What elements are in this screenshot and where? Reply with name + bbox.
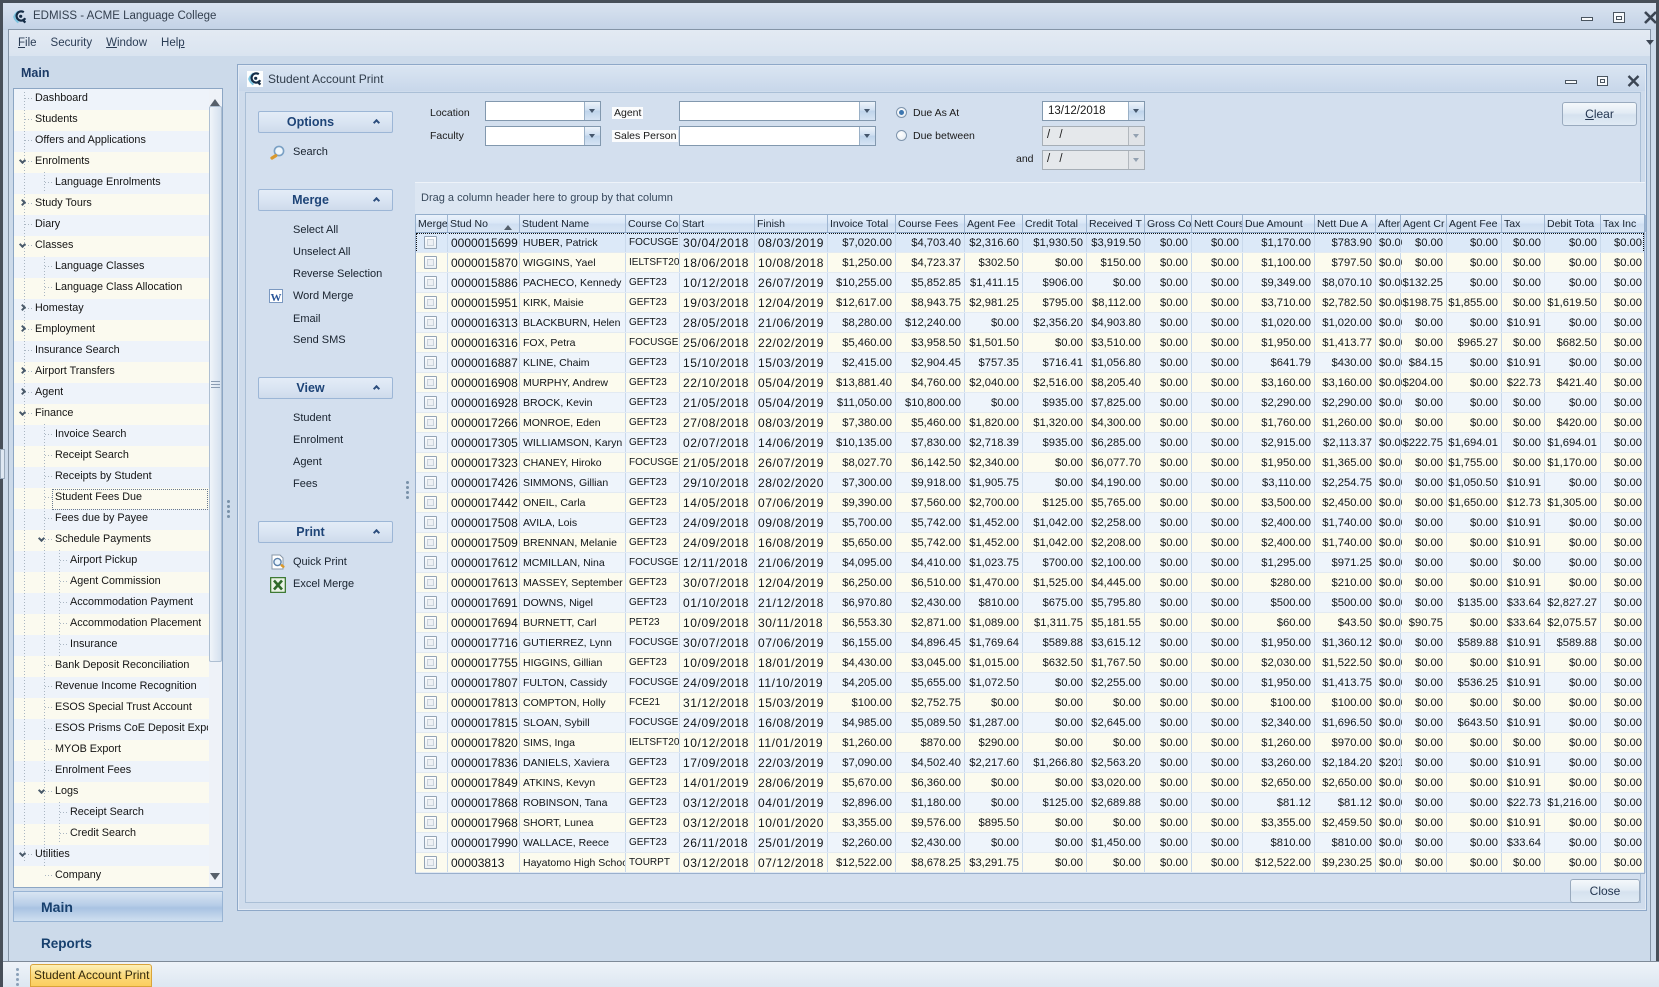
svg-text:W: W (271, 292, 282, 303)
